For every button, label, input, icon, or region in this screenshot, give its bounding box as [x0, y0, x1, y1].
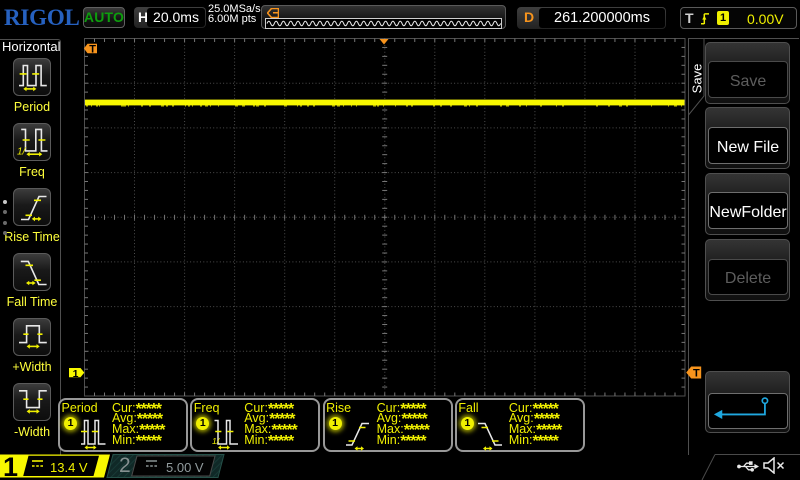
svg-text:T: T — [89, 43, 96, 55]
svg-text:1: 1 — [73, 368, 79, 380]
svg-text:T: T — [693, 367, 700, 379]
svg-text:1/: 1/ — [17, 147, 27, 158]
